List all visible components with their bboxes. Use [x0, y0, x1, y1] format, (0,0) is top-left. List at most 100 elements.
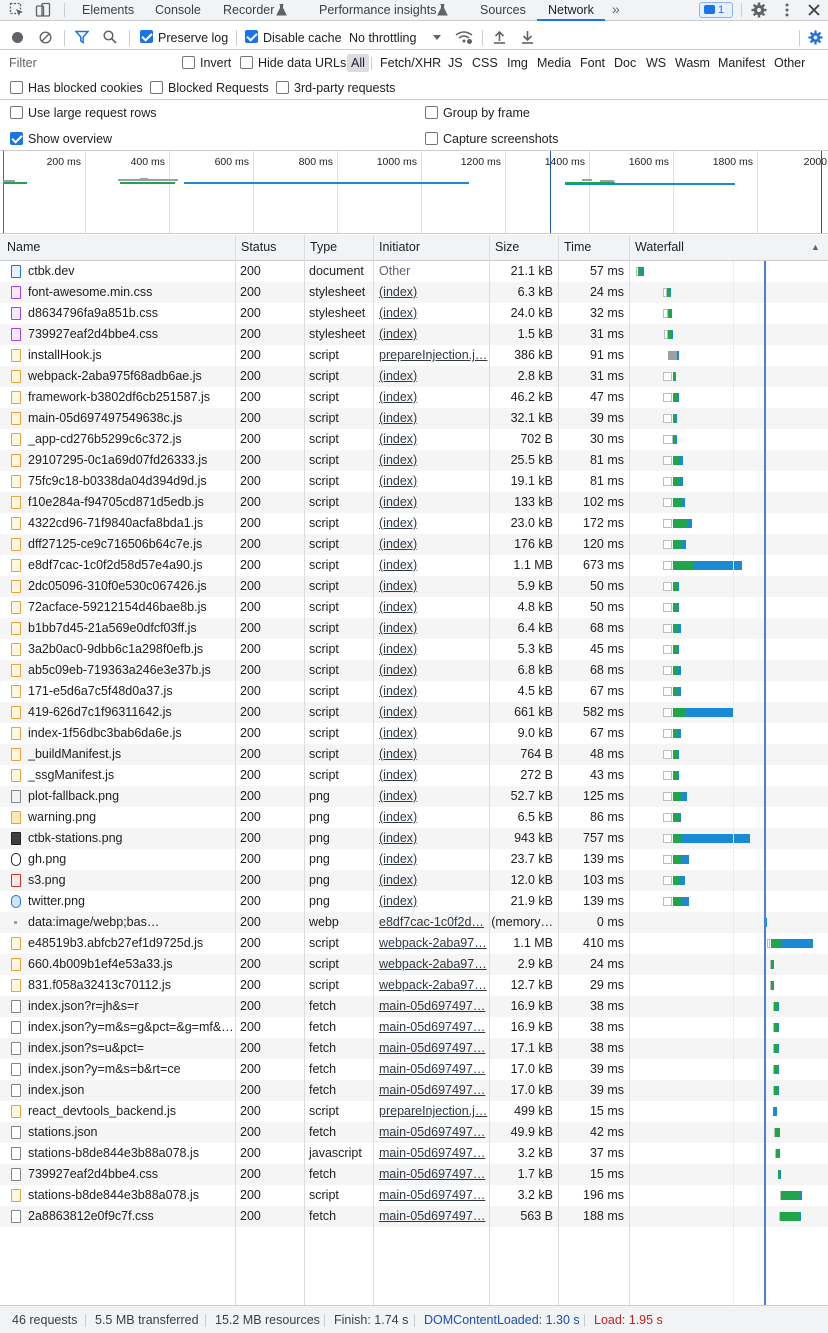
request-name[interactable]: index.json [24, 1080, 234, 1101]
request-initiator[interactable]: (index) [375, 429, 488, 450]
device-toolbar-icon[interactable] [35, 2, 51, 18]
waterfall-waiting-bar[interactable] [771, 939, 781, 948]
request-initiator[interactable]: main-05d697497… [375, 1185, 488, 1206]
tab-performance-insights[interactable]: Performance insights [319, 0, 436, 21]
inspect-element-icon[interactable] [9, 2, 25, 18]
request-initiator[interactable]: (index) [375, 702, 488, 723]
table-row[interactable]: stations.json 200 fetch main-05d697497… 49.9… [0, 1122, 828, 1143]
table-row[interactable]: installHook.js 200 script prepareInjection.… [0, 345, 828, 366]
table-row[interactable]: d8634796fa9a851b.css 200 stylesheet (index)… [0, 303, 828, 324]
column-header-size[interactable]: Size [490, 235, 519, 260]
request-name[interactable]: 739927eaf2d4bbe4.css [24, 324, 234, 345]
waterfall-download-bar[interactable] [780, 1170, 781, 1179]
request-name[interactable]: _ssgManifest.js [24, 765, 234, 786]
request-name[interactable]: d8634796fa9a851b.css [24, 303, 234, 324]
waterfall-download-bar[interactable] [677, 603, 679, 612]
column-divider[interactable] [629, 235, 630, 1305]
waterfall-download-bar[interactable] [642, 267, 644, 276]
column-divider[interactable] [235, 235, 236, 1305]
request-name[interactable]: 739927eaf2d4bbe4.css [24, 1164, 234, 1185]
request-name[interactable]: 2dc05096-310f0e530c067426.js [24, 576, 234, 597]
table-row[interactable]: data:image/webp;bas… 200 webp e8df7cac-1c0f… [0, 912, 828, 933]
table-row[interactable]: 4322cd96-71f9840acfa8bda1.js 200 script (in… [0, 513, 828, 534]
table-row[interactable]: index.json?y=m&s=g&pct=&g=mf&… 200 fetch ma… [0, 1017, 828, 1038]
waterfall-waiting-bar[interactable] [673, 498, 681, 507]
column-header-status[interactable]: Status [236, 235, 276, 260]
request-initiator[interactable]: webpack-2aba97… [375, 975, 488, 996]
table-row[interactable]: plot-fallback.png 200 png (index) 52.7 kB 125… [0, 786, 828, 807]
request-initiator[interactable]: (index) [375, 366, 488, 387]
table-row[interactable]: stations-b8de844e3b88a078.js 200 script mai… [0, 1185, 828, 1206]
waterfall-waiting-bar[interactable] [673, 876, 680, 885]
type-filter-img[interactable]: Img [503, 54, 532, 72]
request-initiator[interactable]: (index) [375, 471, 488, 492]
table-row[interactable]: index.json?y=m&s=b&rt=ce 200 fetch main-05d… [0, 1059, 828, 1080]
waterfall-download-bar[interactable] [779, 1128, 780, 1137]
request-name[interactable]: dff27125-ce9c716506b64c7e.js [24, 534, 234, 555]
table-row[interactable]: index.json?r=jh&s=r 200 fetch main-05d69749… [0, 996, 828, 1017]
waterfall-download-bar[interactable] [677, 351, 679, 360]
table-row[interactable]: index.json 200 fetch main-05d697497… 17.0 kB… [0, 1080, 828, 1101]
waterfall-download-bar[interactable] [680, 456, 683, 465]
request-name[interactable]: ctbk-stations.png [24, 828, 234, 849]
table-row[interactable]: 72acface-59212154d46bae8b.js 200 script (in… [0, 597, 828, 618]
waterfall-download-bar[interactable] [671, 309, 672, 318]
table-row[interactable]: index.json?s=u&pct= 200 fetch main-05d69749… [0, 1038, 828, 1059]
waterfall-download-bar[interactable] [800, 1191, 802, 1200]
show-overview-checkbox[interactable] [10, 132, 23, 145]
request-name[interactable]: twitter.png [24, 891, 234, 912]
waterfall-download-bar[interactable] [677, 582, 679, 591]
table-row[interactable]: e8df7cac-1c0f2d58d57e4a90.js 200 script (in… [0, 555, 828, 576]
waterfall-waiting-bar[interactable] [673, 855, 681, 864]
table-row[interactable]: 660.4b009b1ef4e53a33.js 200 script webpack-… [0, 954, 828, 975]
request-name[interactable]: 419-626d7c1f96311642.js [24, 702, 234, 723]
table-row[interactable]: _buildManifest.js 200 script (index) 764 B 48… [0, 744, 828, 765]
waterfall-download-bar[interactable] [680, 477, 683, 486]
table-row[interactable]: e48519b3.abfcb27ef1d9725d.js 200 script web… [0, 933, 828, 954]
waterfall-waiting-bar[interactable] [673, 897, 681, 906]
request-initiator[interactable]: (index) [375, 618, 488, 639]
table-row[interactable]: warning.png 200 png (index) 6.5 kB 86 ms [0, 807, 828, 828]
table-row[interactable]: index-1f56dbc3bab6da6e.js 200 script (index… [0, 723, 828, 744]
table-row[interactable]: gh.png 200 png (index) 23.7 kB 139 ms [0, 849, 828, 870]
waterfall-download-bar[interactable] [679, 813, 681, 822]
network-settings-gear-icon[interactable] [808, 30, 823, 45]
request-name[interactable]: react_devtools_backend.js [24, 1101, 234, 1122]
waterfall-download-bar[interactable] [681, 834, 750, 843]
gear-icon[interactable] [751, 2, 767, 18]
waterfall-download-bar[interactable] [688, 519, 692, 528]
request-initiator[interactable]: (index) [375, 555, 488, 576]
waterfall-download-bar[interactable] [682, 540, 686, 549]
request-name[interactable]: stations.json [24, 1122, 234, 1143]
request-name[interactable]: plot-fallback.png [24, 786, 234, 807]
request-initiator[interactable]: main-05d697497… [375, 1059, 488, 1080]
request-initiator[interactable]: (index) [375, 450, 488, 471]
waterfall-download-bar[interactable] [681, 897, 689, 906]
table-row[interactable]: framework-b3802df6cb251587.js 200 script (i… [0, 387, 828, 408]
tab-console[interactable]: Console [155, 0, 201, 21]
table-row[interactable]: 29107295-0c1a69d07fd26333.js 200 script (in… [0, 450, 828, 471]
request-name[interactable]: 72acface-59212154d46bae8b.js [24, 597, 234, 618]
close-icon[interactable] [806, 2, 822, 18]
capture-screenshots-checkbox[interactable] [425, 132, 438, 145]
request-initiator[interactable]: main-05d697497… [375, 1080, 488, 1101]
request-initiator[interactable]: (index) [375, 639, 488, 660]
waterfall-download-bar[interactable] [678, 666, 681, 675]
waterfall-download-bar[interactable] [778, 1044, 779, 1053]
waterfall-download-bar[interactable] [781, 939, 813, 948]
request-name[interactable]: f10e284a-f94705cd871d5edb.js [24, 492, 234, 513]
waterfall-download-bar[interactable] [677, 393, 679, 402]
request-name[interactable]: warning.png [24, 807, 234, 828]
request-initiator[interactable]: (index) [375, 870, 488, 891]
group-by-frame-checkbox[interactable] [425, 106, 438, 119]
table-row[interactable]: stations-b8de844e3b88a078.js 200 javascrip… [0, 1143, 828, 1164]
tab-sources[interactable]: Sources [480, 0, 526, 21]
column-divider[interactable] [489, 235, 490, 1305]
type-filter-doc[interactable]: Doc [610, 54, 640, 72]
table-row[interactable]: 2dc05096-310f0e530c067426.js 200 script (in… [0, 576, 828, 597]
blocked-requests-checkbox[interactable] [150, 81, 163, 94]
import-har-icon[interactable] [493, 30, 506, 44]
request-initiator[interactable]: main-05d697497… [375, 1017, 488, 1038]
invert-checkbox[interactable] [182, 56, 195, 69]
request-name[interactable]: 660.4b009b1ef4e53a33.js [24, 954, 234, 975]
